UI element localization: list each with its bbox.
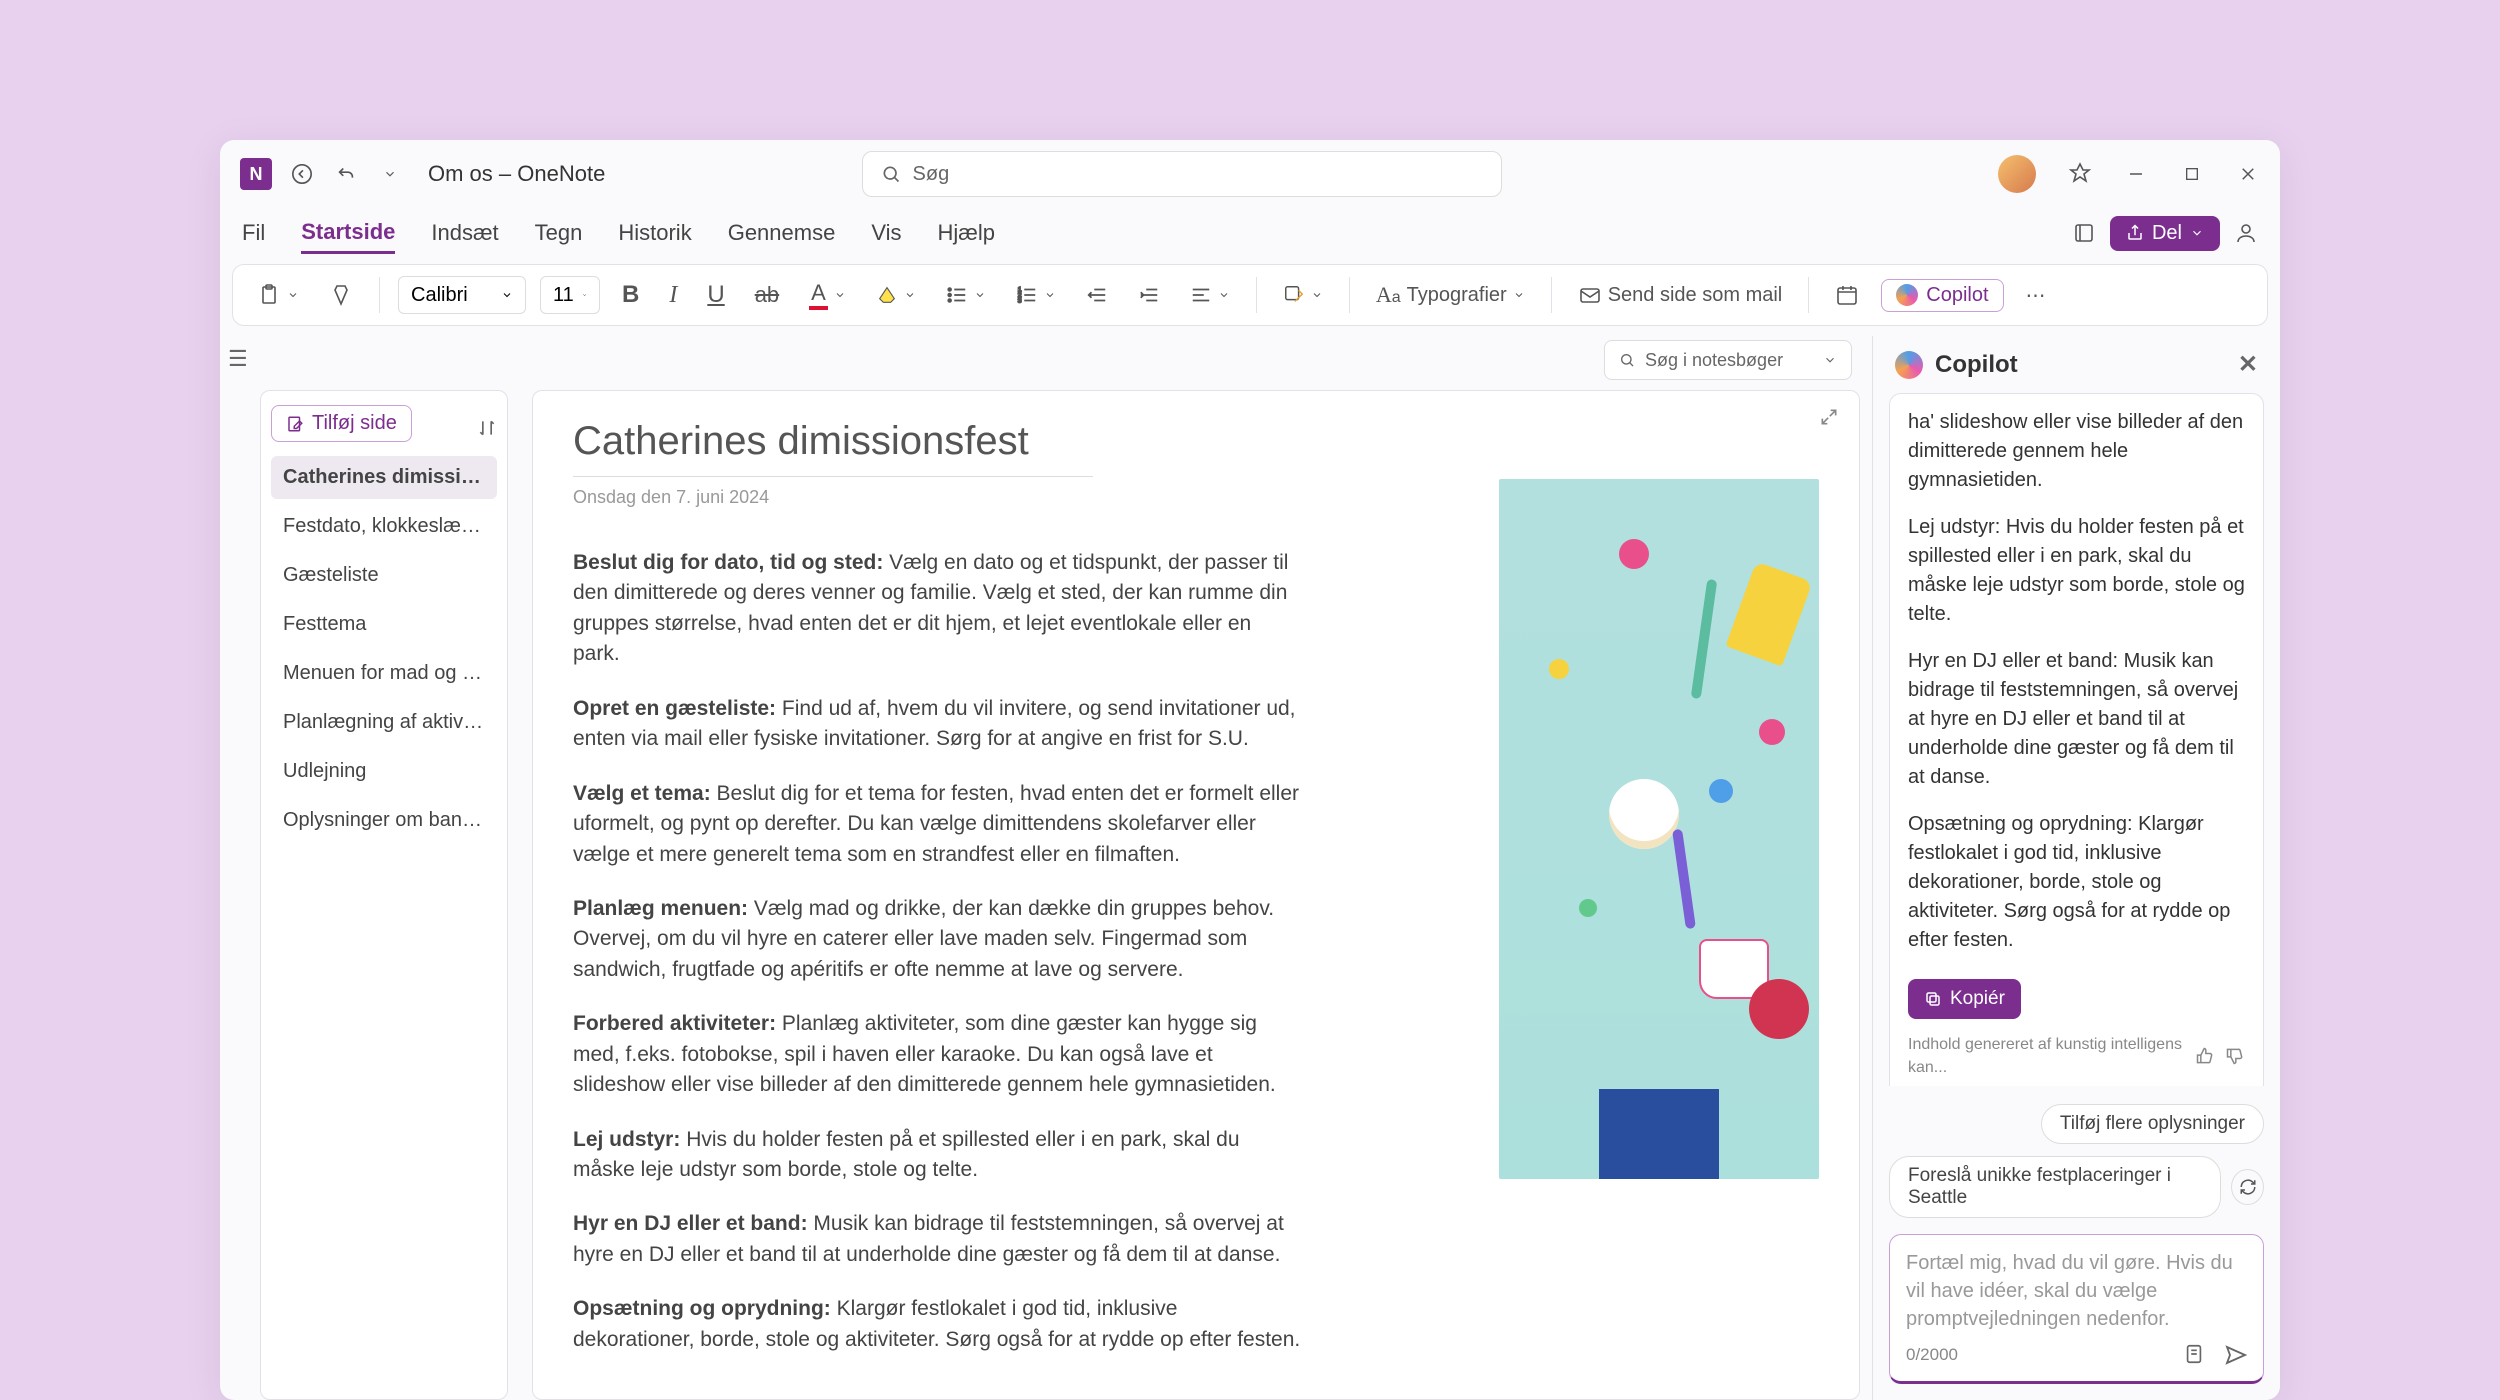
expand-button[interactable]: [1819, 407, 1839, 427]
tab-vis[interactable]: Vis: [871, 214, 901, 252]
search-icon: [881, 164, 901, 184]
thumbs-down-button[interactable]: [2225, 1046, 2245, 1066]
add-page-icon: [286, 415, 304, 433]
bullets-button[interactable]: [938, 275, 994, 315]
page-item[interactable]: Festdato, klokkeslæt og...: [271, 505, 497, 548]
tab-historik[interactable]: Historik: [618, 214, 691, 252]
page-item[interactable]: Planlægning af aktiviteter: [271, 701, 497, 744]
chevron-down-icon: [1823, 353, 1837, 367]
copilot-input[interactable]: Fortæl mig, hvad du vil gøre. Hvis du vi…: [1889, 1234, 2264, 1384]
refresh-suggestions-button[interactable]: [2231, 1169, 2264, 1205]
body: ☰ Søg i notesbøger Tilføj side: [220, 336, 2280, 1400]
maximize-button[interactable]: [2180, 162, 2204, 186]
nav-toggle[interactable]: ☰: [220, 336, 260, 1400]
onenote-feed-button[interactable]: [2072, 221, 2096, 245]
highlight-button[interactable]: [868, 275, 924, 315]
copilot-icon: [1896, 284, 1918, 306]
tags-button[interactable]: [1275, 275, 1331, 315]
copilot-close-button[interactable]: ✕: [2238, 350, 2258, 379]
font-color-button[interactable]: A: [801, 275, 854, 315]
suggestion-chip[interactable]: Tilføj flere oplysninger: [2041, 1104, 2264, 1144]
align-button[interactable]: [1182, 275, 1238, 315]
search-placeholder: Søg: [913, 163, 950, 186]
titlebar: N Om os – OneNote Søg: [220, 140, 2280, 208]
bold-button[interactable]: B: [614, 275, 647, 315]
paste-button[interactable]: [249, 275, 307, 315]
outdent-button[interactable]: [1078, 275, 1116, 315]
undo-button[interactable]: [332, 160, 360, 188]
chevron-down-icon: [2190, 226, 2204, 240]
tab-indsaet[interactable]: Indsæt: [431, 214, 498, 252]
page-title[interactable]: Catherines dimissionsfest: [573, 419, 1093, 477]
page-item[interactable]: Oplysninger om bandet: [271, 799, 497, 842]
styles-button[interactable]: AaTypografier: [1368, 275, 1533, 315]
page-item[interactable]: Catherines dimissionsfe...: [271, 456, 497, 499]
prompt-guide-button[interactable]: [2183, 1343, 2205, 1367]
strikethrough-button[interactable]: ab: [747, 275, 787, 315]
underline-button[interactable]: U: [699, 275, 732, 315]
account-manager-button[interactable]: [2234, 221, 2258, 245]
font-family-select[interactable]: Calibri: [398, 276, 526, 314]
send-button[interactable]: [2223, 1343, 2247, 1367]
font-size-select[interactable]: 11: [540, 276, 600, 314]
copy-button[interactable]: Kopiér: [1908, 979, 2021, 1019]
app-title: Om os – OneNote: [428, 161, 605, 187]
search-icon: [1619, 352, 1635, 368]
copy-icon: [1924, 990, 1942, 1008]
meeting-button[interactable]: [1827, 275, 1867, 315]
share-button[interactable]: Del: [2110, 216, 2220, 251]
tab-tegn[interactable]: Tegn: [535, 214, 583, 252]
page-item[interactable]: Udlejning: [271, 750, 497, 793]
send-page-button[interactable]: Send side som mail: [1570, 275, 1791, 315]
user-avatar[interactable]: [1998, 155, 2036, 193]
copilot-suggestions: Tilføj flere oplysninger Foreslå unikke …: [1873, 1086, 2280, 1228]
note-canvas[interactable]: Catherines dimissionsfest Onsdag den 7. …: [532, 390, 1860, 1400]
page-date: Onsdag den 7. juni 2024: [573, 487, 1469, 508]
page-item[interactable]: Menuen for mad og drik...: [271, 652, 497, 695]
tab-fil[interactable]: Fil: [242, 214, 265, 252]
copilot-logo-icon: [1895, 351, 1923, 379]
char-counter: 0/2000: [1906, 1345, 1958, 1365]
italic-button[interactable]: I: [661, 275, 685, 315]
notebook-search[interactable]: Søg i notesbøger: [1604, 340, 1852, 380]
tab-gennemse[interactable]: Gennemse: [728, 214, 836, 252]
page-item[interactable]: Gæsteliste: [271, 554, 497, 597]
ribbon: Calibri 11 B I U ab A 123 AaTypografier …: [232, 264, 2268, 326]
app-window: N Om os – OneNote Søg Fil Startside Inds…: [220, 140, 2280, 1400]
sort-button[interactable]: [477, 418, 497, 438]
copilot-pane: Copilot ✕ ha' slideshow eller vise bille…: [1872, 336, 2280, 1400]
minimize-button[interactable]: [2124, 162, 2148, 186]
copilot-input-placeholder: Fortæl mig, hvad du vil gøre. Hvis du vi…: [1906, 1249, 2247, 1333]
back-button[interactable]: [288, 160, 316, 188]
note-image[interactable]: [1499, 479, 1819, 1371]
window-controls: [1998, 155, 2260, 193]
indent-button[interactable]: [1130, 275, 1168, 315]
format-painter-button[interactable]: [321, 275, 361, 315]
search-box[interactable]: Søg: [862, 151, 1502, 197]
ai-disclaimer: Indhold genereret af kunstig intelligens…: [1908, 1033, 2245, 1079]
more-commands-button[interactable]: ⋯: [2018, 275, 2054, 315]
app-icon: N: [240, 158, 272, 190]
add-page-button[interactable]: Tilføj side: [271, 405, 412, 442]
page-item[interactable]: Festtema: [271, 603, 497, 646]
suggestion-chip[interactable]: Foreslå unikke festplaceringer i Seattle: [1889, 1156, 2221, 1218]
share-icon: [2126, 224, 2144, 242]
thumbs-up-button[interactable]: [2195, 1046, 2215, 1066]
customize-qat-button[interactable]: [376, 160, 404, 188]
copilot-header: Copilot ✕: [1873, 336, 2280, 393]
tab-startside[interactable]: Startside: [301, 213, 395, 254]
copilot-response-card: ha' slideshow eller vise billeder af den…: [1889, 393, 2264, 1086]
close-button[interactable]: [2236, 162, 2260, 186]
menubar: Fil Startside Indsæt Tegn Historik Genne…: [220, 208, 2280, 258]
numbering-button[interactable]: 123: [1008, 275, 1064, 315]
premium-icon[interactable]: [2068, 162, 2092, 186]
copilot-ribbon-button[interactable]: Copilot: [1881, 279, 2003, 312]
page-list-sidebar: Tilføj side Catherines dimissionsfe... F…: [260, 390, 508, 1400]
note-body[interactable]: Beslut dig for dato, tid og sted: Vælg e…: [573, 548, 1303, 1355]
tab-hjaelp[interactable]: Hjælp: [938, 214, 995, 252]
svg-text:3: 3: [1018, 297, 1022, 304]
